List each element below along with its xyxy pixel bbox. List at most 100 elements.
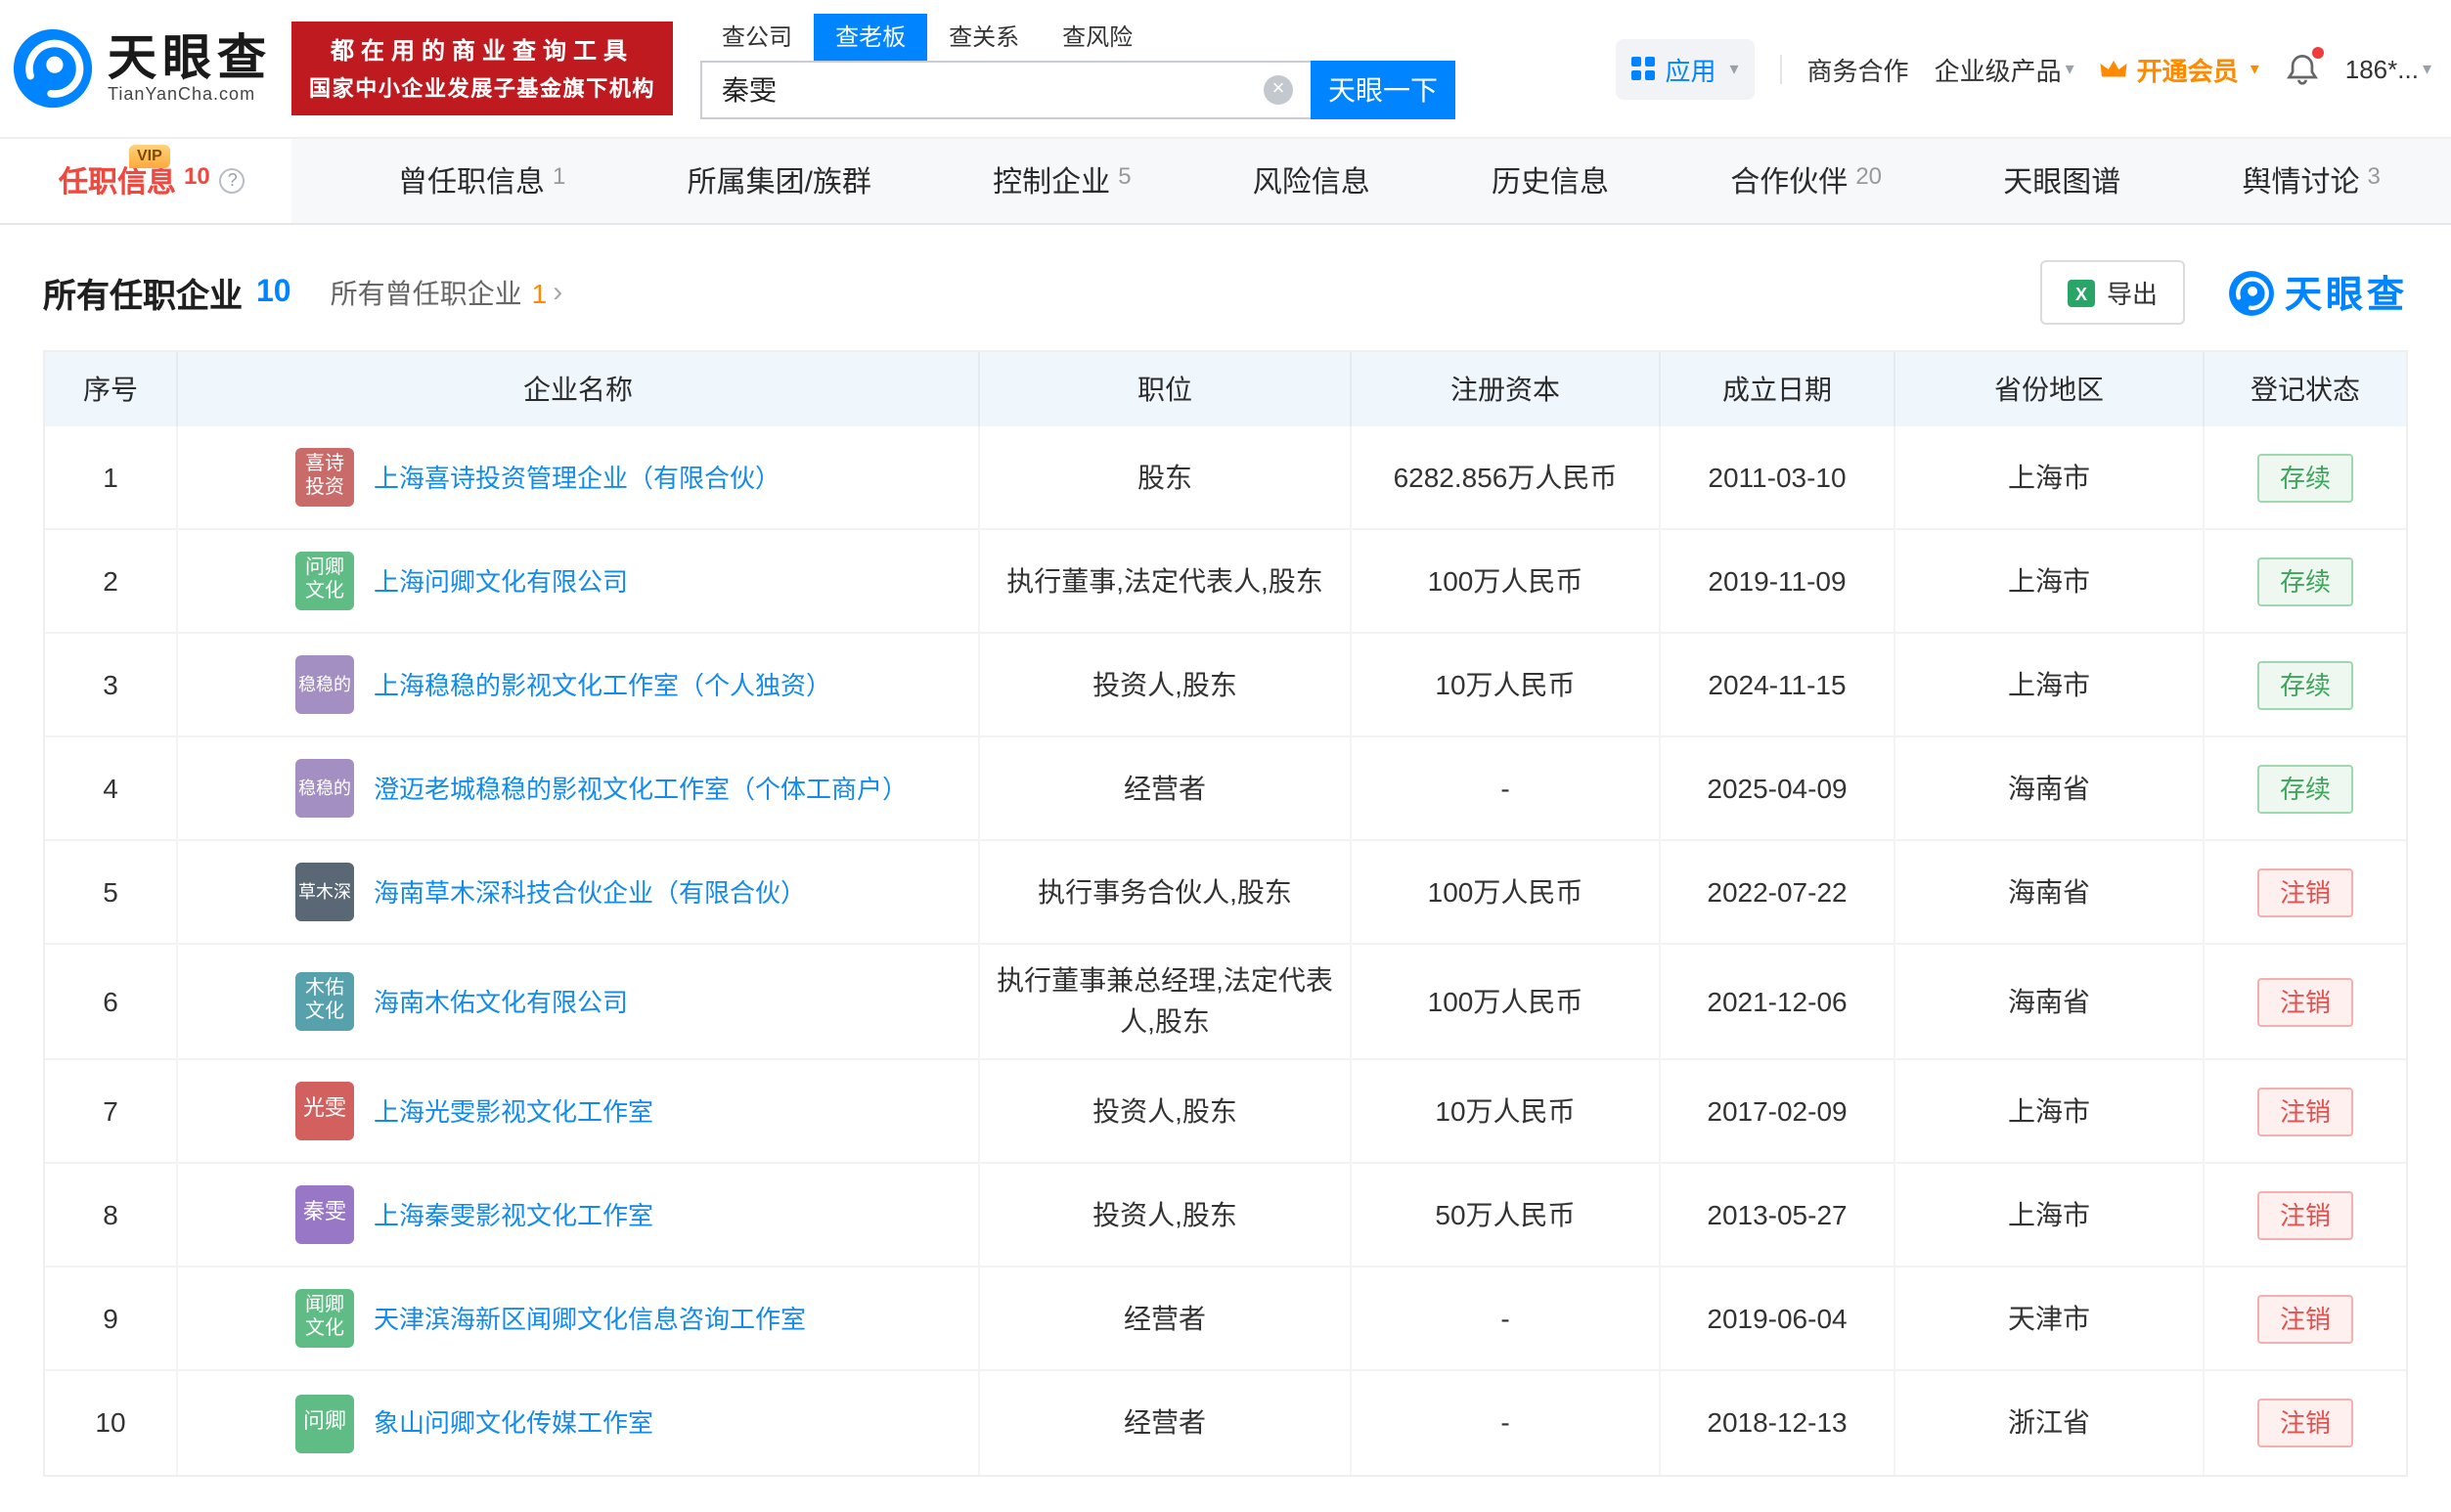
status-badge: 注销	[2258, 1294, 2352, 1343]
status-cell: 注销	[2205, 1267, 2406, 1369]
position-cell: 执行事务合伙人,股东	[980, 841, 1352, 943]
company-name-link[interactable]: 上海光雯影视文化工作室	[374, 1092, 653, 1130]
company-name-link[interactable]: 上海秦雯影视文化工作室	[374, 1196, 653, 1233]
tab-former-positions[interactable]: 曾任职信息 1	[382, 139, 581, 223]
search-area: 查公司 查老板 查关系 查风险 × 天眼一下	[700, 19, 1455, 118]
company-cell: 木佑 文化 海南木佑文化有限公司	[178, 945, 980, 1058]
tab-risk-info[interactable]: 风险信息	[1237, 139, 1386, 223]
tab-public-opinion[interactable]: 舆情讨论 3	[2227, 139, 2396, 223]
tianyancha-logo[interactable]: 天眼查 TianYanCha.com	[12, 27, 272, 110]
position-cell: 经营者	[980, 1371, 1352, 1475]
table-row: 9 闻卿 文化 天津滨海新区闻卿文化信息咨询工作室 经营者 - 2019-06-…	[45, 1267, 2406, 1371]
company-name-link[interactable]: 海南木佑文化有限公司	[374, 983, 628, 1020]
notification-bell-icon[interactable]	[2285, 51, 2320, 86]
position-cell: 执行董事,法定代表人,股东	[980, 530, 1352, 632]
status-cell: 注销	[2205, 841, 2406, 943]
tab-label: 舆情讨论	[2243, 160, 2360, 201]
date-cell: 2013-05-27	[1661, 1164, 1895, 1266]
region-cell: 浙江省	[1895, 1371, 2205, 1475]
position-cell: 投资人,股东	[980, 634, 1352, 735]
date-cell: 2011-03-10	[1661, 426, 1895, 528]
nav-open-membership[interactable]: 开通会员 ▾	[2100, 50, 2259, 87]
logo-subtitle: TianYanCha.com	[108, 84, 272, 104]
table-row: 7 光雯 上海光雯影视文化工作室 投资人,股东 10万人民币 2017-02-0…	[45, 1060, 2406, 1164]
region-cell: 海南省	[1895, 737, 2205, 839]
company-name-link[interactable]: 上海稳稳的影视文化工作室（个人独资）	[374, 666, 831, 703]
company-cell: 秦雯 上海秦雯影视文化工作室	[178, 1164, 980, 1266]
tab-partners[interactable]: 合作伙伴 20	[1715, 139, 1897, 223]
tab-label: 曾任职信息	[398, 160, 545, 201]
row-index: 7	[45, 1060, 178, 1162]
nav-business-cooperation[interactable]: 商务合作	[1807, 50, 1909, 87]
search-tab-company[interactable]: 查公司	[700, 13, 814, 60]
search-tab-boss[interactable]: 查老板	[814, 13, 927, 60]
clear-search-icon[interactable]: ×	[1264, 74, 1293, 104]
former-companies-label: 所有曾任职企业	[331, 273, 522, 312]
tab-history-info[interactable]: 历史信息	[1476, 139, 1625, 223]
company-name-link[interactable]: 澄迈老城稳稳的影视文化工作室（个体工商户）	[374, 770, 908, 807]
header-col-capital: 注册资本	[1352, 352, 1661, 426]
search-input[interactable]	[700, 60, 1311, 118]
company-logo: 问卿	[295, 1394, 354, 1452]
header-col-status: 登记状态	[2205, 352, 2406, 426]
apps-menu-button[interactable]: 应用 ▾	[1616, 38, 1754, 99]
search-button[interactable]: 天眼一下	[1311, 60, 1455, 118]
company-name-link[interactable]: 上海问卿文化有限公司	[374, 562, 628, 600]
status-badge: 注销	[2258, 867, 2352, 916]
company-name-link[interactable]: 天津滨海新区闻卿文化信息咨询工作室	[374, 1300, 806, 1337]
nav-enterprise-products[interactable]: 企业级产品 ▾	[1935, 50, 2074, 87]
position-cell: 经营者	[980, 1267, 1352, 1369]
status-cell: 注销	[2205, 1164, 2406, 1266]
search-tab-relation[interactable]: 查关系	[927, 13, 1041, 60]
tab-label: 历史信息	[1492, 160, 1609, 201]
company-name-link[interactable]: 象山问卿文化传媒工作室	[374, 1404, 653, 1442]
account-phone-label: 186*...	[2345, 54, 2419, 83]
region-cell: 上海市	[1895, 1164, 2205, 1266]
company-cell: 闻卿 文化 天津滨海新区闻卿文化信息咨询工作室	[178, 1267, 980, 1369]
tab-label: 天眼图谱	[2003, 160, 2120, 201]
main-content: 所有任职企业 10 所有曾任职企业 1 › X 导出 天眼	[0, 225, 2451, 1477]
export-button[interactable]: X 导出	[2040, 260, 2185, 325]
tab-group-cluster[interactable]: 所属集团/族群	[672, 139, 887, 223]
tianyancha-logo-icon	[12, 27, 94, 110]
account-phone[interactable]: 186*... ▾	[2345, 54, 2431, 83]
row-index: 5	[45, 841, 178, 943]
former-companies-link[interactable]: 所有曾任职企业 1 ›	[331, 273, 563, 312]
section-title: 所有任职企业	[43, 268, 243, 317]
capital-cell: 100万人民币	[1352, 530, 1661, 632]
apps-label: 应用	[1665, 50, 1716, 87]
row-index: 1	[45, 426, 178, 528]
region-cell: 天津市	[1895, 1267, 2205, 1369]
apps-grid-icon	[1631, 57, 1655, 80]
tab-graph[interactable]: 天眼图谱	[1987, 139, 2136, 223]
header-col-index: 序号	[45, 352, 178, 426]
search-tab-risk[interactable]: 查风险	[1041, 13, 1154, 60]
table-row: 8 秦雯 上海秦雯影视文化工作室 投资人,股东 50万人民币 2013-05-2…	[45, 1164, 2406, 1267]
tab-controlled-companies[interactable]: 控制企业 5	[977, 139, 1146, 223]
capital-cell: 10万人民币	[1352, 634, 1661, 735]
tianyancha-watermark-label: 天眼查	[2285, 266, 2408, 319]
capital-cell: 10万人民币	[1352, 1060, 1661, 1162]
date-cell: 2018-12-13	[1661, 1371, 1895, 1475]
row-index: 3	[45, 634, 178, 735]
company-name-link[interactable]: 上海喜诗投资管理企业（有限合伙）	[374, 459, 780, 496]
nav-open-membership-label: 开通会员	[2137, 50, 2239, 87]
capital-cell: -	[1352, 737, 1661, 839]
row-index: 4	[45, 737, 178, 839]
status-cell: 注销	[2205, 1060, 2406, 1162]
status-badge: 注销	[2258, 1087, 2352, 1135]
tab-label: 合作伙伴	[1730, 160, 1848, 201]
company-cell: 草木深 海南草木深科技合伙企业（有限合伙）	[178, 841, 980, 943]
tab-label: 所属集团/族群	[688, 160, 871, 201]
tab-position-info[interactable]: VIP 任职信息 10 ?	[0, 139, 292, 223]
company-cell: 问卿 象山问卿文化传媒工作室	[178, 1371, 980, 1475]
table-row: 5 草木深 海南草木深科技合伙企业（有限合伙） 执行事务合伙人,股东 100万人…	[45, 841, 2406, 945]
help-icon[interactable]: ?	[220, 168, 245, 194]
search-tabs: 查公司 查老板 查关系 查风险	[700, 19, 1455, 60]
row-index: 9	[45, 1267, 178, 1369]
capital-cell: -	[1352, 1267, 1661, 1369]
crown-icon	[2100, 58, 2129, 79]
company-name-link[interactable]: 海南草木深科技合伙企业（有限合伙）	[374, 873, 806, 911]
profile-tabbar: VIP 任职信息 10 ? 曾任职信息 1 所属集团/族群 控制企业 5 风险信…	[0, 137, 2451, 225]
table-row: 1 喜诗 投资 上海喜诗投资管理企业（有限合伙） 股东 6282.856万人民币…	[45, 426, 2406, 530]
